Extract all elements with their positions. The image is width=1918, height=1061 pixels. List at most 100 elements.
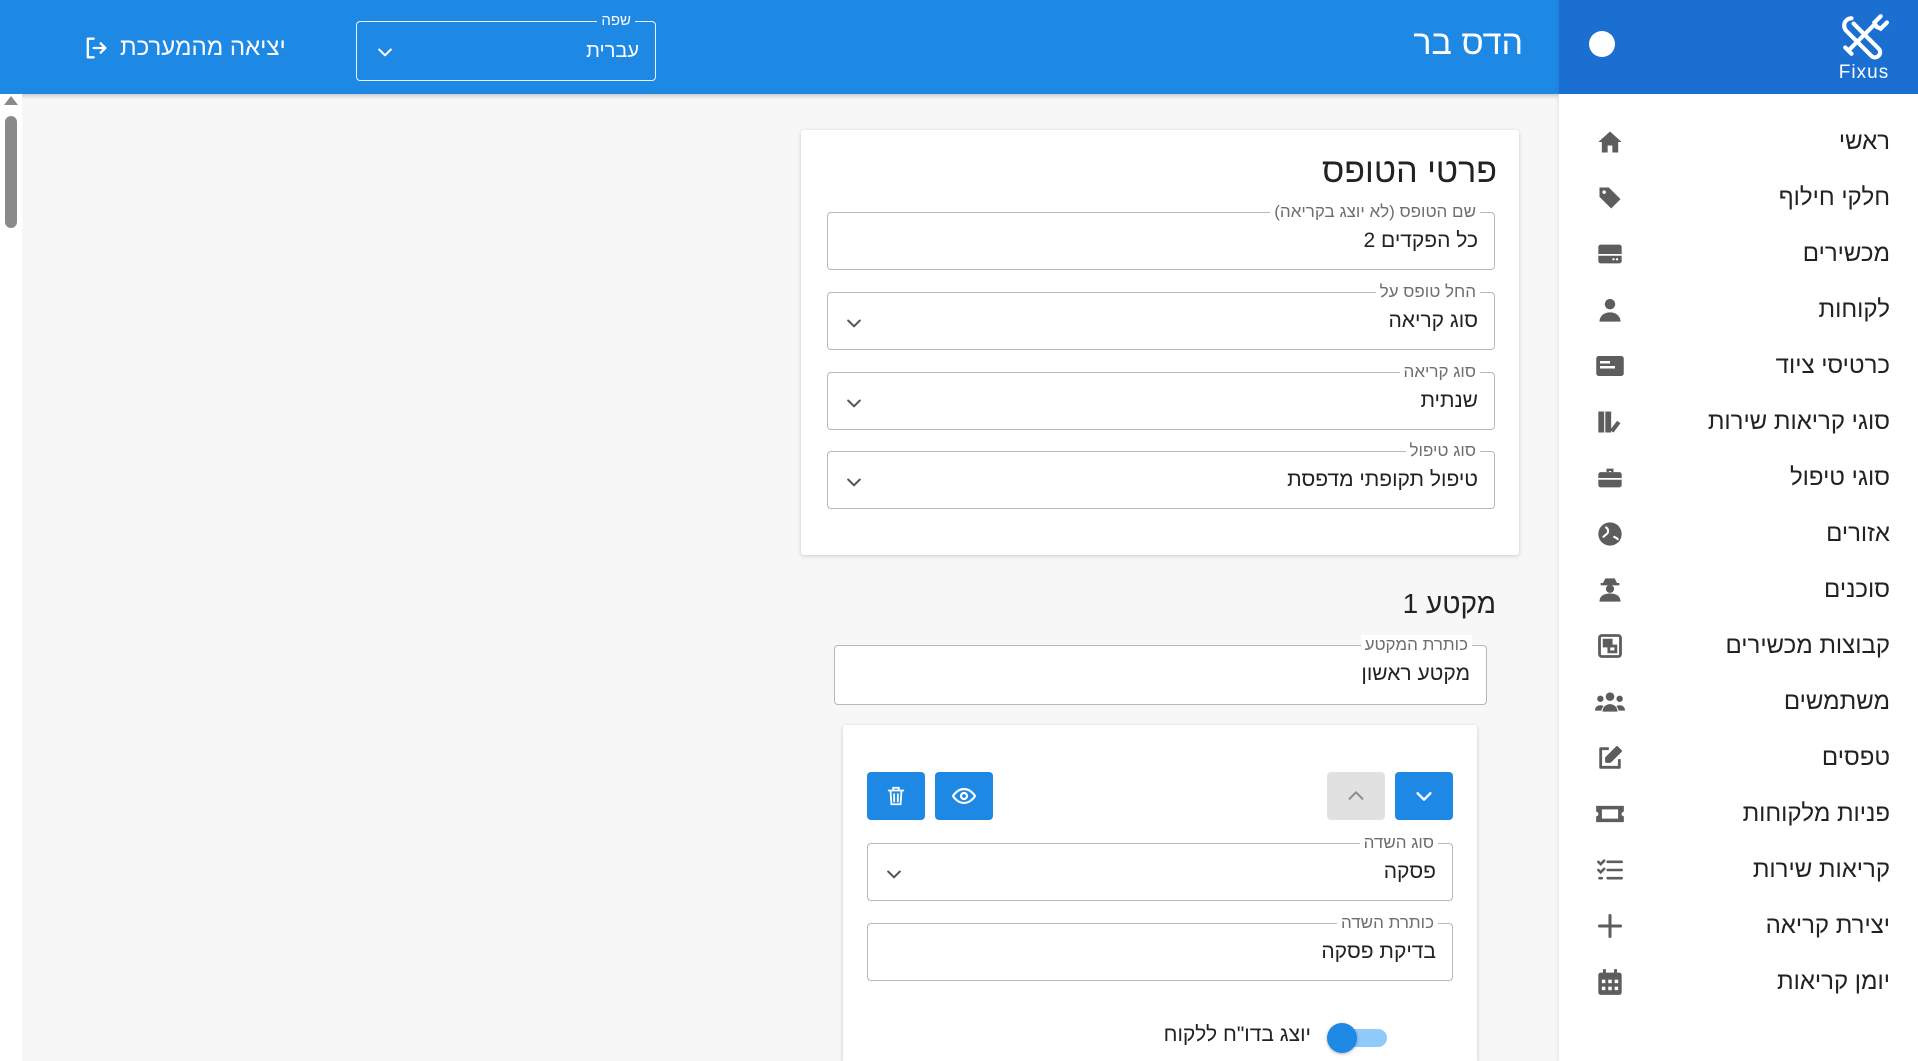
apply-form-on-select[interactable]: החל טופס על סוג קריאה (827, 282, 1495, 350)
toggle-knob (1327, 1023, 1357, 1053)
checklist-icon (1595, 855, 1625, 885)
apply-form-on-value: סוג קריאה (1388, 309, 1479, 332)
scroll-up-arrow[interactable] (4, 96, 18, 105)
sidebar-item-create-call[interactable]: יצירת קריאה (1559, 898, 1918, 954)
scrollbar-thumb[interactable] (5, 116, 17, 228)
show-in-report-label: יוצג בדו"ח ללקוח (1163, 1023, 1311, 1046)
sidebar-item-customer-requests[interactable]: פניות מלקוחות (1559, 786, 1918, 842)
customer-icon (1595, 295, 1625, 325)
treatment-type-select[interactable]: סוג טיפול טיפול תקופתי מדפסת (827, 441, 1495, 509)
sidebar-item-label: משתמשים (1783, 688, 1890, 715)
call-types-icon (1595, 407, 1625, 437)
scrollbar-track[interactable] (0, 94, 22, 1061)
language-select-value: עברית (586, 40, 639, 62)
form-name-label: שם הטופס (לא יוצג בקריאה) (1270, 202, 1480, 222)
equipment-card-icon (1595, 351, 1625, 381)
sidebar-item-regions[interactable]: אזורים (1559, 506, 1918, 562)
sidebar-item-label: סוגי טיפול (1789, 464, 1890, 491)
sidebar-item-call-calendar[interactable]: יומן קריאות (1559, 954, 1918, 1010)
field-title-value: בדיקת פסקה (1321, 940, 1436, 963)
sidebar-header: Fixus (1559, 0, 1918, 94)
tools-icon (1842, 14, 1889, 60)
delete-button[interactable] (867, 772, 925, 820)
form-name-value: כל הפקדים 2 (1363, 229, 1478, 252)
chevron-down-icon (1416, 792, 1432, 801)
edit-form-icon (1595, 743, 1625, 773)
field-title-label: כותרת השדה (1336, 913, 1438, 933)
users-icon (1595, 687, 1625, 717)
chevron-down-icon (844, 393, 864, 418)
treatment-type-value: טיפול תקופתי מדפסת (1287, 468, 1478, 491)
sidebar-item-label: יצירת קריאה (1765, 912, 1890, 939)
sidebar-item-label: פניות מלקוחות (1742, 800, 1890, 827)
sidebar-item-forms[interactable]: טפסים (1559, 730, 1918, 786)
calendar-icon (1595, 967, 1625, 997)
trash-icon (887, 786, 905, 806)
move-up-button[interactable] (1327, 772, 1385, 820)
sidebar-item-agents[interactable]: סוכנים (1559, 562, 1918, 618)
chevron-down-icon (844, 313, 864, 338)
sidebar-item-label: ראשי (1838, 128, 1890, 155)
preview-button[interactable] (935, 772, 993, 820)
sidebar-item-device-groups[interactable]: קבוצות מכשירים (1559, 618, 1918, 674)
user-name-title: הדס בר (1413, 24, 1523, 62)
fixus-logo[interactable]: Fixus (1832, 10, 1896, 84)
plus-icon (1595, 911, 1625, 941)
top-app-bar: הדס בר שפה עברית יציאה מהמערכת (0, 0, 1559, 94)
sidebar-item-label: יומן קריאות (1777, 968, 1890, 995)
logo-text: Fixus (1838, 62, 1890, 83)
field-type-select[interactable]: סוג השדה פסקה (867, 833, 1453, 901)
sidebar-item-label: קריאות שירות (1752, 856, 1890, 883)
expand-button[interactable] (1395, 772, 1453, 820)
section-title-field[interactable]: כותרת המקטע מקטע ראשון (834, 635, 1487, 705)
field-title-field[interactable]: כותרת השדה בדיקת פסקה (867, 913, 1453, 981)
form-details-title: פרטי הטופס (1322, 152, 1497, 190)
field-type-value: פסקה (1383, 860, 1436, 883)
device-groups-icon (1595, 631, 1625, 661)
call-type-label: סוג קריאה (1399, 362, 1480, 382)
chevron-up-icon (1348, 791, 1364, 800)
logout-label: יציאה מהמערכת (120, 34, 286, 61)
sidebar-item-devices[interactable]: מכשירים (1559, 226, 1918, 282)
globe-icon (1595, 519, 1625, 549)
sidebar-item-label: סוכנים (1824, 576, 1890, 603)
sidebar-item-label: טפסים (1821, 744, 1890, 771)
field-type-label: סוג השדה (1359, 833, 1438, 853)
call-type-value: שנתית (1420, 389, 1478, 412)
sidebar-item-label: קבוצות מכשירים (1725, 632, 1890, 659)
language-select-label: שפה (597, 12, 635, 29)
tags-icon (1595, 183, 1625, 213)
ticket-icon (1595, 799, 1625, 829)
eye-icon (952, 787, 976, 805)
agent-icon (1595, 575, 1625, 605)
sidebar-item-home[interactable]: ראשי (1559, 114, 1918, 170)
sidebar-item-equipment-cards[interactable]: כרטיסי ציוד (1559, 338, 1918, 394)
section-title: מקטע 1 (1402, 588, 1496, 619)
chevron-down-icon (375, 42, 395, 67)
sidebar-item-treatment-types[interactable]: סוגי טיפול (1559, 450, 1918, 506)
home-icon (1595, 127, 1625, 157)
sidebar-item-service-calls[interactable]: קריאות שירות (1559, 842, 1918, 898)
sidebar-nav: ראשי חלקי חילוף מכשירים לקוחות כרטיסי צי… (1559, 94, 1918, 1010)
sidebar-item-spare-parts[interactable]: חלקי חילוף (1559, 170, 1918, 226)
section-title-field-value: מקטע ראשון (1361, 662, 1470, 685)
call-type-select[interactable]: סוג קריאה שנתית (827, 362, 1495, 430)
sidebar-item-label: אזורים (1826, 520, 1890, 547)
sidebar-item-label: מכשירים (1802, 240, 1890, 267)
sidebar-item-customers[interactable]: לקוחות (1559, 282, 1918, 338)
sidebar-item-service-call-types[interactable]: סוגי קריאות שירות (1559, 394, 1918, 450)
sidebar-item-label: סוגי קריאות שירות (1707, 408, 1890, 435)
sidebar-item-users[interactable]: משתמשים (1559, 674, 1918, 730)
sidebar-item-label: לקוחות (1818, 296, 1890, 323)
apply-form-on-label: החל טופס על (1375, 282, 1480, 302)
section-title-field-label: כותרת המקטע (1360, 635, 1472, 655)
logout-button[interactable]: יציאה מהמערכת (82, 34, 286, 62)
sidebar-item-label: כרטיסי ציוד (1775, 352, 1890, 379)
treatment-type-label: סוג טיפול (1405, 441, 1480, 461)
sidebar-item-label: חלקי חילוף (1778, 184, 1890, 211)
language-select[interactable]: שפה עברית (356, 12, 656, 81)
show-in-report-toggle[interactable] (1327, 1023, 1389, 1053)
form-name-field[interactable]: שם הטופס (לא יוצג בקריאה) כל הפקדים 2 (827, 202, 1495, 270)
logout-icon (82, 34, 110, 62)
chevron-down-icon (844, 472, 864, 497)
